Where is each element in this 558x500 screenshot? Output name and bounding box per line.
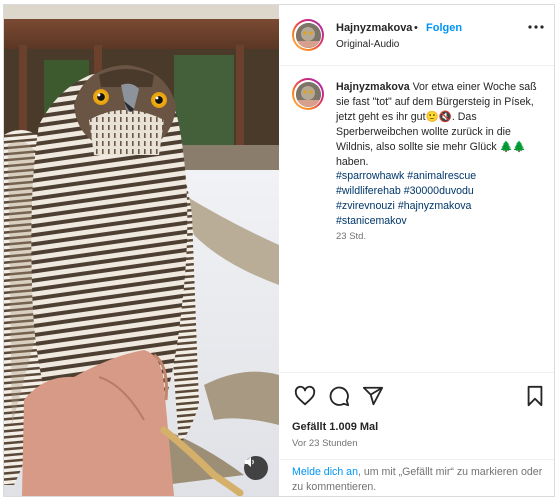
- audio-label[interactable]: Original-Audio: [336, 39, 399, 50]
- post-media[interactable]: [4, 5, 279, 496]
- caption-body: Vor etwa einer Woche saß sie fast "tot" …: [336, 81, 537, 168]
- post-sidebar: Hajnyzmakova • Folgen Original-Audio Haj…: [280, 5, 554, 496]
- caption-timestamp: 23 Std.: [336, 231, 367, 242]
- avatar[interactable]: [292, 19, 324, 51]
- post-timestamp[interactable]: Vor 23 Stunden: [292, 438, 358, 449]
- login-link[interactable]: Melde dich an: [292, 466, 358, 478]
- caption-avatar[interactable]: [292, 78, 324, 110]
- caption-username[interactable]: Hajnyzmakova: [336, 81, 410, 93]
- hashtag-line[interactable]: #stanicemakov: [336, 214, 542, 229]
- instagram-embed: Hajnyzmakova • Folgen Original-Audio Haj…: [3, 4, 555, 497]
- username-link[interactable]: Hajnyzmakova: [336, 22, 412, 34]
- likes-count[interactable]: Gefällt 1.009 Mal: [292, 421, 378, 433]
- paper-plane-icon[interactable]: [362, 385, 384, 407]
- hashtag-line[interactable]: #wildliferehab #30000duvodu: [336, 184, 542, 199]
- hashtag-line[interactable]: #sparrowhawk #animalrescue: [336, 169, 542, 184]
- separator-dot: •: [414, 22, 418, 34]
- more-options-icon[interactable]: [528, 24, 544, 30]
- sparrowhawk-photo: [4, 5, 279, 496]
- post-header: Hajnyzmakova • Folgen Original-Audio: [280, 5, 554, 66]
- caption-section: Hajnyzmakova Vor etwa einer Woche saß si…: [280, 66, 554, 372]
- login-prompt: Melde dich an, um mit „Gefällt mir“ zu m…: [280, 459, 554, 496]
- action-bar: Gefällt 1.009 Mal Vor 23 Stunden Melde d…: [280, 372, 554, 496]
- heart-icon[interactable]: [294, 385, 316, 407]
- bookmark-icon[interactable]: [524, 385, 546, 407]
- audio-toggle-button[interactable]: [244, 456, 268, 480]
- speaker-muted-icon: [245, 457, 254, 467]
- hashtag-list: #sparrowhawk #animalrescue #wildlifereha…: [336, 169, 542, 229]
- follow-button[interactable]: Folgen: [426, 22, 462, 34]
- comment-icon[interactable]: [328, 385, 350, 407]
- hashtag-line[interactable]: #zvirevnouzi #hajnyzmakova: [336, 199, 542, 214]
- caption-text: Hajnyzmakova Vor etwa einer Woche saß si…: [336, 80, 542, 170]
